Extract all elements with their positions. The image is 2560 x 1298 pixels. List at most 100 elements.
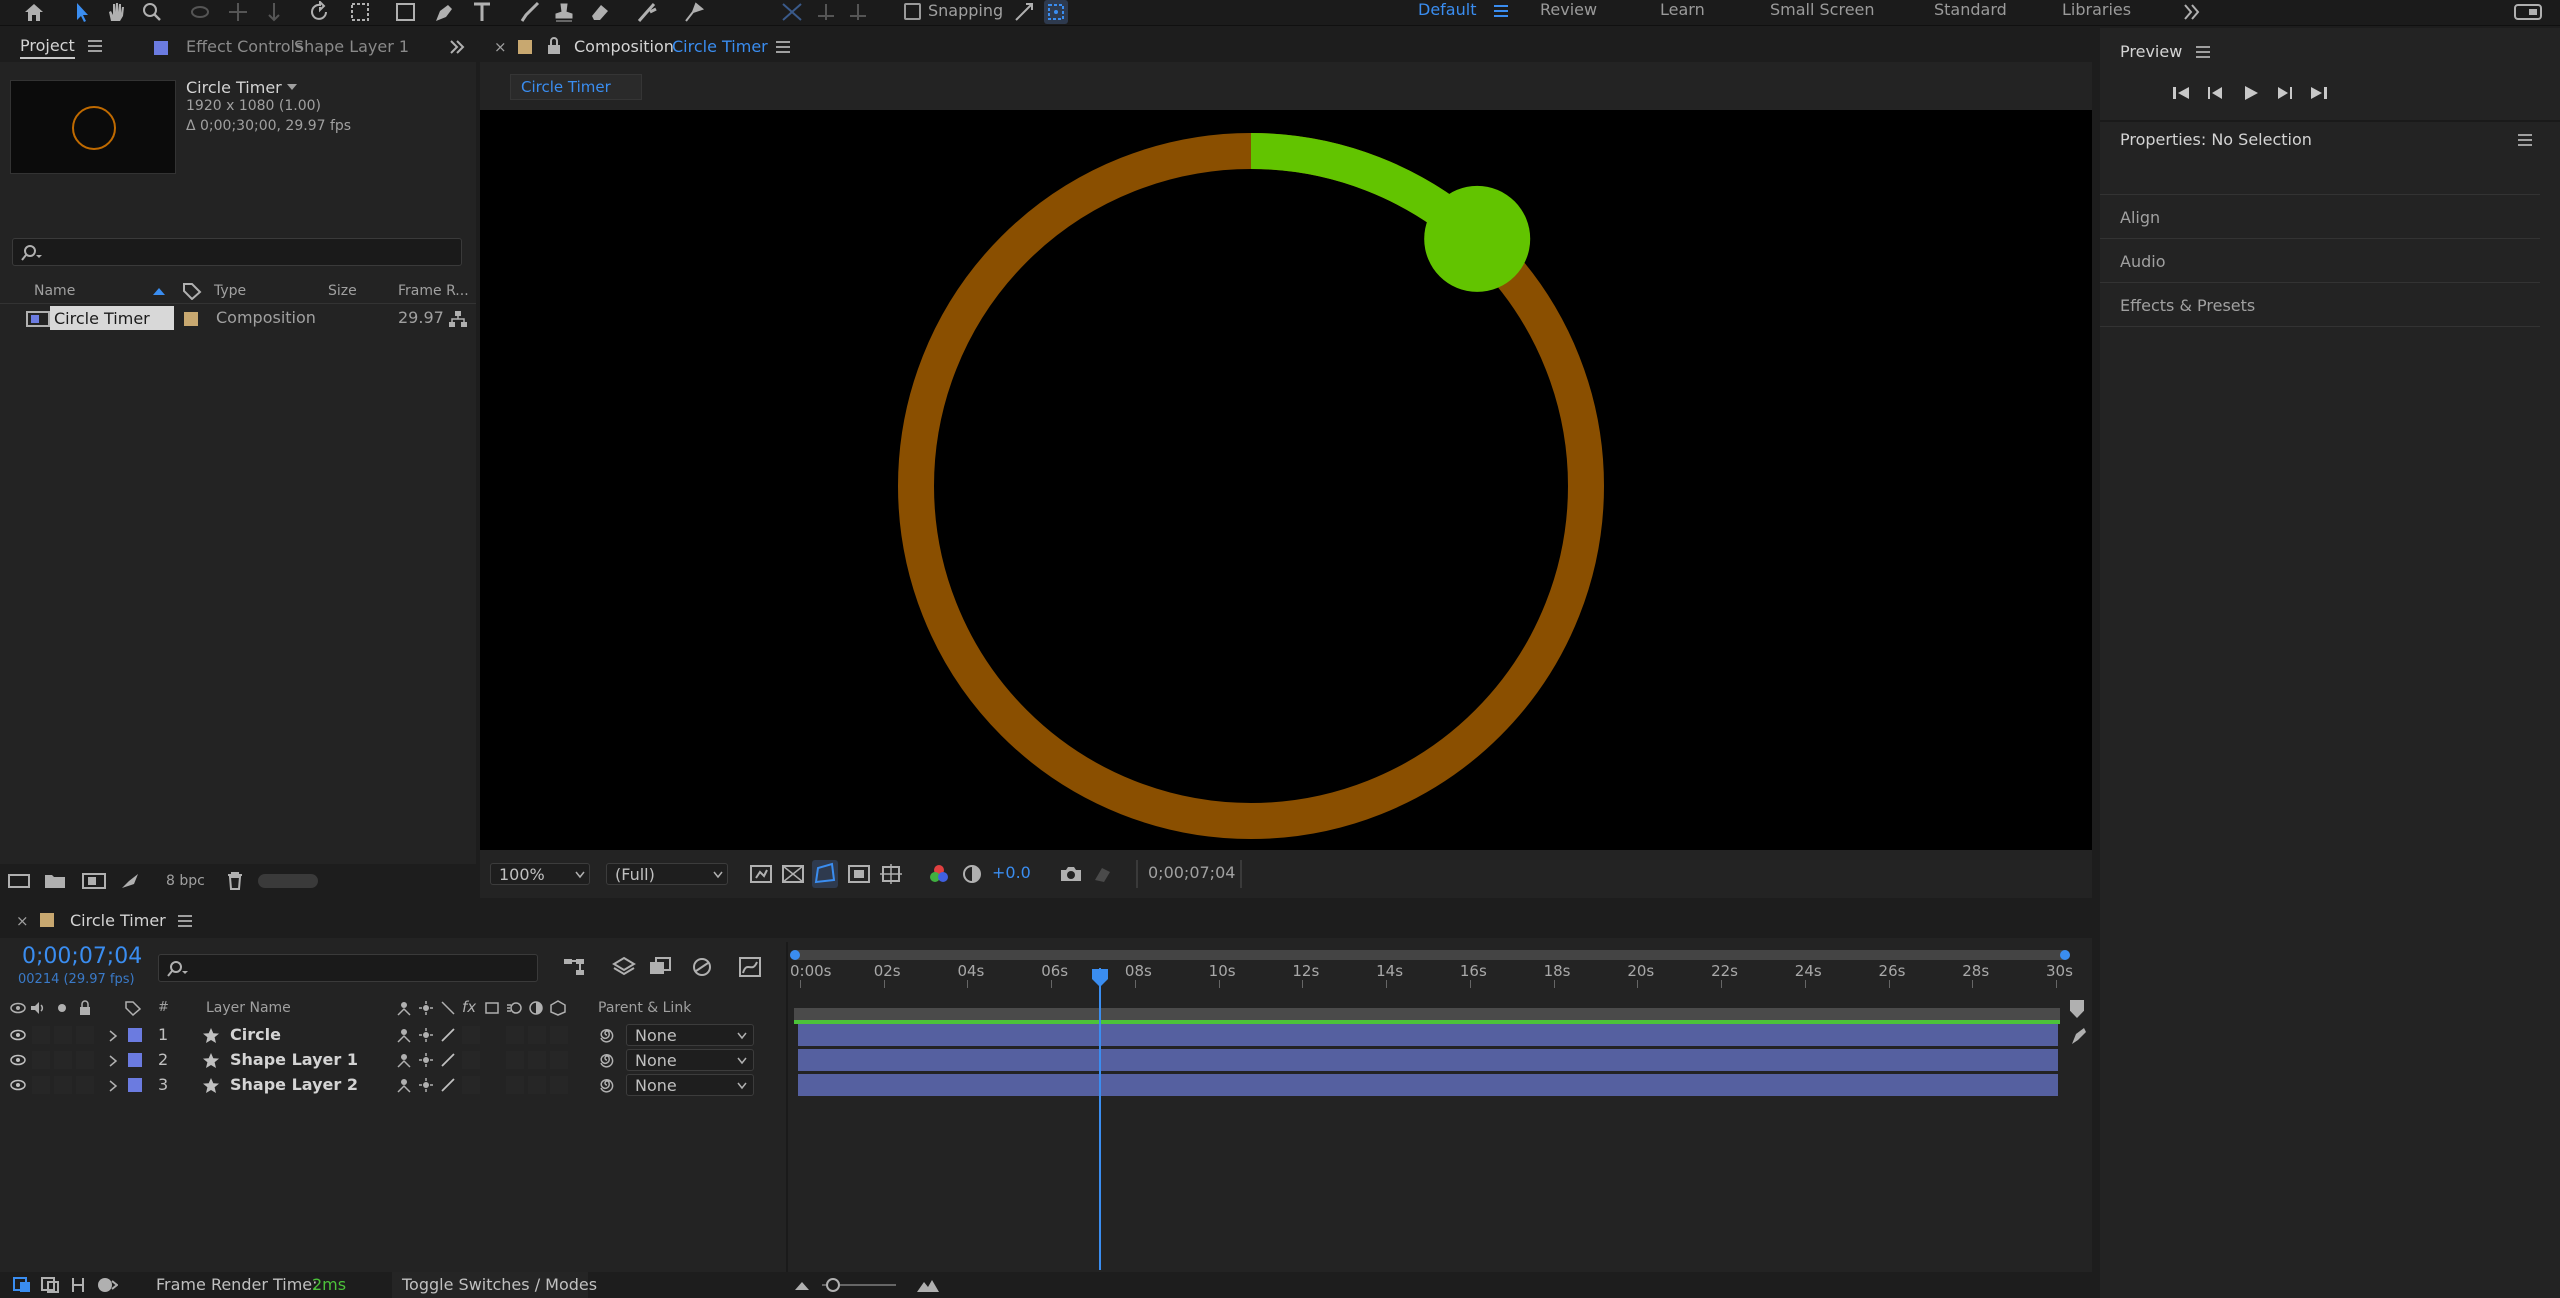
item-dropdown-icon[interactable] (286, 82, 298, 92)
collapse-switch-icon[interactable] (418, 1000, 434, 1016)
interpret-footage-icon[interactable] (8, 872, 30, 890)
layer-duration-bar[interactable] (798, 1024, 2058, 1046)
playhead-line[interactable] (1099, 968, 1101, 1270)
workspace-tab-default[interactable]: Default (1418, 0, 1476, 22)
align-grid-icon[interactable] (780, 1, 804, 23)
shy-layers-icon[interactable] (648, 956, 672, 978)
collapse-switch-icon[interactable] (418, 1077, 434, 1093)
reset-exposure-icon[interactable] (962, 864, 982, 884)
current-timecode[interactable]: 0;00;07;04 (22, 944, 142, 969)
adjust-render-icon[interactable] (120, 872, 142, 890)
snapping-checkbox[interactable] (904, 3, 921, 20)
layer-fx-switch[interactable] (462, 1051, 480, 1069)
flowchart-icon[interactable] (448, 310, 468, 328)
project-row-name[interactable]: Circle Timer (54, 309, 150, 328)
color-channels-icon[interactable] (928, 864, 950, 884)
layer-3d-switch[interactable] (550, 1051, 568, 1069)
work-area-bar[interactable] (794, 1008, 2060, 1020)
effects-fx-icon[interactable]: fx (462, 998, 476, 1016)
play-icon[interactable] (2240, 84, 2262, 102)
timeline-zoom-thumb[interactable] (826, 1278, 840, 1292)
previous-frame-icon[interactable] (2204, 84, 2226, 102)
frame-blend-switch-icon[interactable] (484, 1000, 500, 1016)
comp-mini-flowchart-icon[interactable] (562, 956, 586, 978)
graph-editor-icon[interactable] (738, 956, 762, 978)
quality-slash-icon[interactable] (440, 1052, 456, 1068)
workspace-tab-review[interactable]: Review (1540, 0, 1597, 22)
region-of-interest-icon[interactable] (848, 864, 870, 884)
hand-tool-icon[interactable] (104, 1, 128, 23)
workspace-tab-small-screen[interactable]: Small Screen (1770, 0, 1875, 22)
label-tag-icon[interactable] (124, 1000, 142, 1016)
composition-tab-prefix[interactable]: Composition (574, 37, 674, 56)
project-row-label-chip[interactable] (184, 312, 198, 326)
composition-breadcrumb[interactable]: Circle Timer (510, 74, 642, 100)
workspace-tab-libraries[interactable]: Libraries (2062, 0, 2131, 22)
clone-stamp-icon[interactable] (552, 1, 576, 23)
type-tool-icon[interactable] (470, 1, 494, 23)
layer-audio-switch[interactable] (32, 1026, 50, 1044)
project-menu-icon[interactable] (88, 40, 102, 52)
audio-speaker-icon[interactable] (30, 1001, 46, 1015)
timeline-menu-icon[interactable] (178, 915, 192, 927)
eraser-tool-icon[interactable] (588, 1, 612, 23)
toggle-switches-modes-button[interactable]: Toggle Switches / Modes (392, 1272, 597, 1298)
column-size[interactable]: Size (328, 283, 357, 299)
puppet-tool-icon[interactable] (682, 1, 706, 23)
pick-whip-spiral-icon[interactable] (598, 1027, 616, 1043)
timeline-search-input[interactable] (158, 954, 538, 982)
parent-link-dropdown[interactable]: None (626, 1049, 754, 1071)
show-snapshot-icon[interactable] (1092, 864, 1114, 884)
column-layer-name[interactable]: Layer Name (206, 1000, 291, 1016)
preview-title[interactable]: Preview (2120, 42, 2182, 61)
layer-name[interactable]: Circle (230, 1025, 281, 1044)
project-item-row[interactable]: Circle Timer Composition 29.97 (0, 305, 476, 331)
adjustment-switch-icon[interactable] (528, 1000, 544, 1016)
pick-whip-spiral-icon[interactable] (598, 1077, 616, 1093)
label-tag-icon[interactable] (182, 282, 202, 300)
thumbnail-size-slider[interactable] (258, 874, 318, 888)
tab-effect-controls[interactable]: Effect Controls (186, 37, 303, 56)
new-composition-icon[interactable] (82, 872, 106, 890)
shy-switch-icon[interactable] (396, 1052, 412, 1068)
selection-tool-icon[interactable] (70, 1, 94, 23)
axis-local-icon[interactable] (814, 1, 838, 23)
layer-label-color[interactable] (128, 1078, 142, 1092)
shy-switch-icon[interactable] (396, 1027, 412, 1043)
zoom-out-mountain-icon[interactable] (794, 1278, 810, 1292)
delete-trash-icon[interactable] (226, 871, 244, 891)
layer-label-color[interactable] (128, 1028, 142, 1042)
parent-link-dropdown[interactable]: None (626, 1024, 754, 1046)
resolution-dropdown[interactable]: (Full) (606, 863, 728, 885)
layer-motion-blur-switch[interactable] (506, 1026, 524, 1044)
close-composition-tab-icon[interactable]: × (494, 38, 507, 56)
video-eye-icon[interactable] (10, 1002, 26, 1014)
layer-visibility-eye-icon[interactable] (10, 1079, 26, 1091)
preview-menu-icon[interactable] (2196, 46, 2210, 58)
section-audio[interactable]: Audio (2120, 252, 2165, 271)
pen-tool-icon[interactable] (432, 1, 456, 23)
panel-overflow-icon[interactable] (448, 39, 466, 55)
frame-blending-icon[interactable] (690, 956, 714, 978)
layer-adjustment-switch[interactable] (528, 1026, 546, 1044)
orbit-tool-icon[interactable] (188, 1, 212, 23)
layer-lock-switch[interactable] (76, 1076, 94, 1094)
brush-tool-icon[interactable] (518, 1, 542, 23)
next-frame-icon[interactable] (2274, 84, 2296, 102)
column-type[interactable]: Type (214, 283, 246, 299)
layer-duration-bar[interactable] (798, 1049, 2058, 1071)
layer-motion-blur-switch[interactable] (506, 1076, 524, 1094)
render-time-icon[interactable] (96, 1276, 118, 1294)
layer-solo-switch[interactable] (54, 1026, 72, 1044)
expand-chevron-icon[interactable] (108, 1030, 118, 1042)
close-timeline-tab-icon[interactable]: × (16, 912, 29, 930)
first-frame-icon[interactable] (2170, 84, 2192, 102)
column-parent-link[interactable]: Parent & Link (598, 1000, 691, 1016)
collapse-switch-icon[interactable] (418, 1027, 434, 1043)
layer-3d-switch[interactable] (550, 1026, 568, 1044)
layer-fx-switch[interactable] (462, 1076, 480, 1094)
timeline-tab-name[interactable]: Circle Timer (70, 911, 166, 930)
dolly-tool-icon[interactable] (262, 1, 286, 23)
layer-row[interactable]: 1 Circle None (0, 1023, 785, 1047)
roto-brush-icon[interactable] (636, 1, 660, 23)
